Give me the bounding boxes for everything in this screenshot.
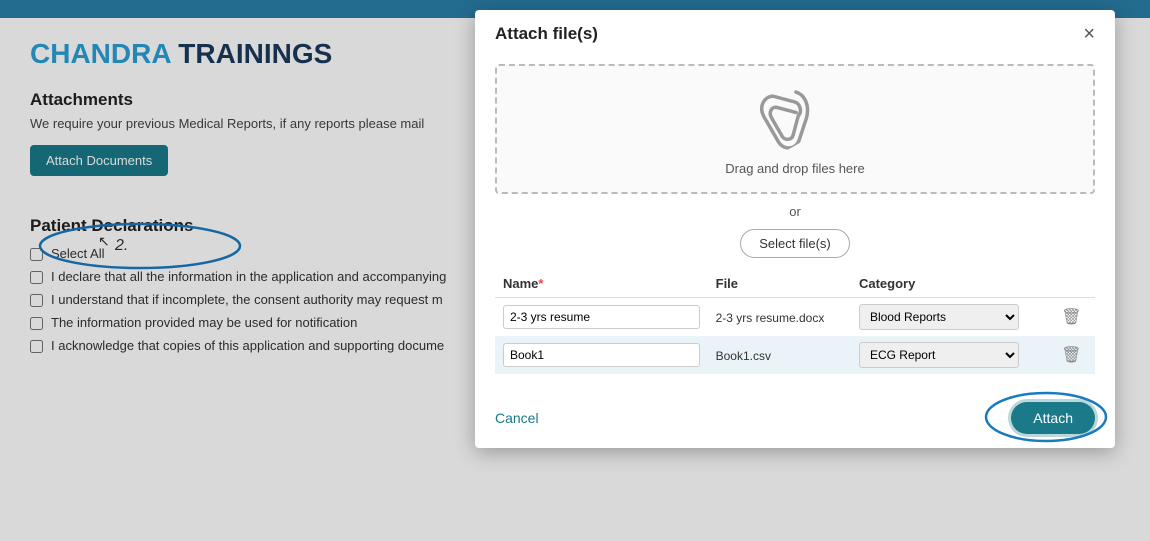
delete-row-button[interactable]: 🗑 [1061, 307, 1081, 327]
modal-footer: Cancel Attach [475, 390, 1115, 448]
col-file-header: File [708, 270, 851, 298]
select-files-button[interactable]: Select file(s) [740, 229, 850, 258]
table-row: Book1.csv Blood ReportsECG ReportX-RayMRI… [495, 336, 1095, 374]
attach-confirm-button[interactable]: Attach [1011, 402, 1095, 434]
col-category-header: Category [851, 270, 1053, 298]
file-name-input[interactable] [503, 343, 700, 367]
category-select[interactable]: Blood ReportsECG ReportX-RayMRI ReportOt… [859, 304, 1019, 330]
file-table: Name* File Category 2-3 yrs resume.docx B… [495, 270, 1095, 374]
delete-row-button[interactable]: 🗑 [1061, 345, 1081, 365]
drop-zone-text: Drag and drop files here [725, 161, 864, 176]
drop-zone[interactable]: Drag and drop files here [495, 64, 1095, 194]
or-text: or [495, 204, 1095, 219]
file-filename: Book1.csv [716, 349, 771, 363]
modal-body: Drag and drop files here or Select file(… [475, 54, 1115, 390]
col-name-header: Name* [495, 270, 708, 298]
paperclip-icon [751, 72, 839, 165]
category-select[interactable]: Blood ReportsECG ReportX-RayMRI ReportOt… [859, 342, 1019, 368]
modal-title: Attach file(s) [495, 24, 598, 44]
attach-files-modal: Attach file(s) × Drag and drop files her… [475, 10, 1115, 448]
table-row: 2-3 yrs resume.docx Blood ReportsECG Repo… [495, 298, 1095, 337]
cancel-button[interactable]: Cancel [495, 410, 539, 426]
modal-header: Attach file(s) × [475, 10, 1115, 54]
file-name-input[interactable] [503, 305, 700, 329]
file-filename: 2-3 yrs resume.docx [716, 311, 825, 325]
modal-close-button[interactable]: × [1083, 24, 1095, 44]
col-actions-header [1053, 270, 1095, 298]
